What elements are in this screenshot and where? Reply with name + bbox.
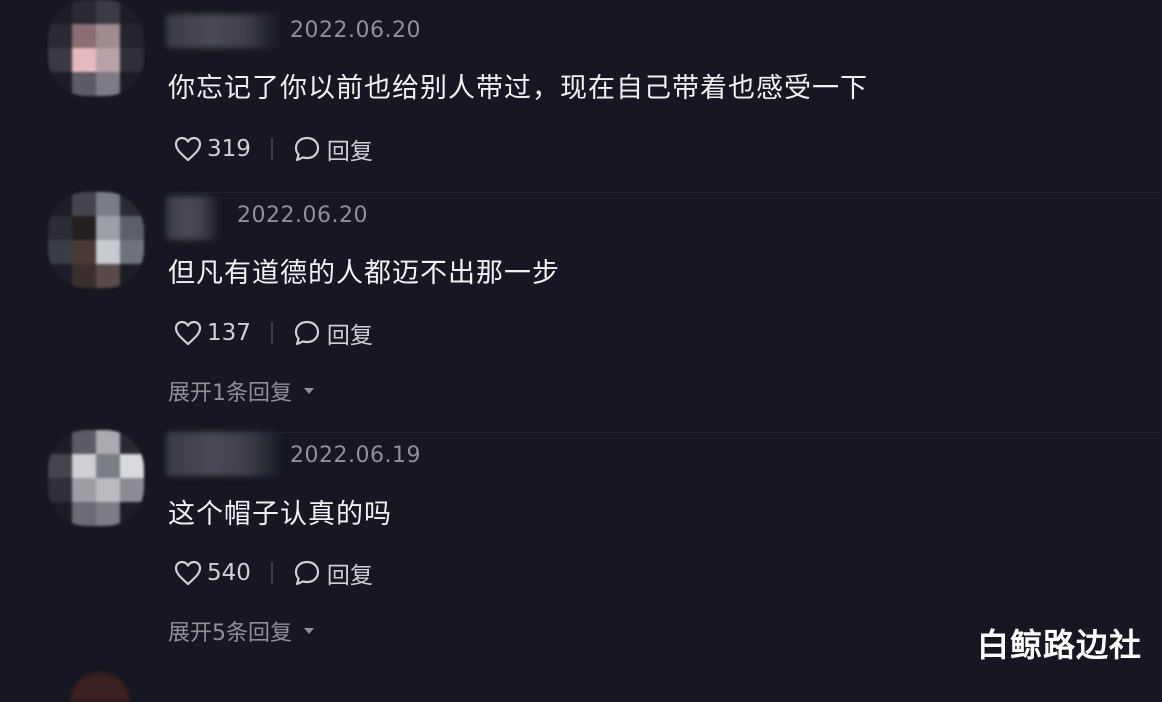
speech-bubble-icon [294,320,320,346]
heart-outline-icon [174,320,202,346]
like-button[interactable]: 319 [174,136,251,162]
watermark: 白鲸路边社 [976,626,1142,664]
like-count: 540 [207,560,251,586]
comment-actions: 540 回复 [174,557,373,589]
username-blurred[interactable] [166,196,220,240]
username-blurred[interactable] [166,432,284,476]
divider [168,192,1162,193]
like-count: 319 [207,136,251,162]
reply-label: 回复 [326,323,373,349]
like-button[interactable]: 137 [174,320,251,346]
heart-outline-icon [174,136,202,162]
reply-label: 回复 [326,563,373,589]
comment-date: 2022.06.20 [237,203,368,228]
comment-text: 但凡有道德的人都迈不出那一步 [168,258,560,289]
divider [168,432,1162,433]
like-button[interactable]: 540 [174,560,251,586]
reply-button[interactable]: 回复 [293,556,373,590]
avatar[interactable] [70,672,130,702]
reply-button[interactable]: 回复 [293,132,373,166]
avatar[interactable] [48,192,144,288]
expand-replies-label: 展开1条回复 [168,381,292,406]
expand-replies-button[interactable]: 展开5条回复 [168,615,316,647]
speech-bubble-icon [294,136,320,162]
expand-replies-label: 展开5条回复 [168,621,292,646]
comment-actions: 319 回复 [174,133,373,165]
speech-bubble-icon [294,560,320,586]
comment-date: 2022.06.19 [290,443,421,468]
reply-button[interactable]: 回复 [293,316,373,350]
reply-label: 回复 [326,139,373,165]
divider [270,562,273,584]
comment-text: 你忘记了你以前也给别人带过，现在自己带着也感受一下 [168,73,868,104]
username-blurred[interactable] [166,14,282,48]
heart-outline-icon [174,560,202,586]
avatar[interactable] [48,430,144,526]
divider [270,138,273,160]
caret-down-icon [304,388,314,394]
like-count: 137 [207,320,251,346]
comment-actions: 137 回复 [174,317,373,349]
comment-date: 2022.06.20 [290,18,421,43]
avatar[interactable] [48,0,144,96]
caret-down-icon [304,628,314,634]
divider [270,322,273,344]
comment-text: 这个帽子认真的吗 [168,499,392,530]
expand-replies-button[interactable]: 展开1条回复 [168,375,316,407]
